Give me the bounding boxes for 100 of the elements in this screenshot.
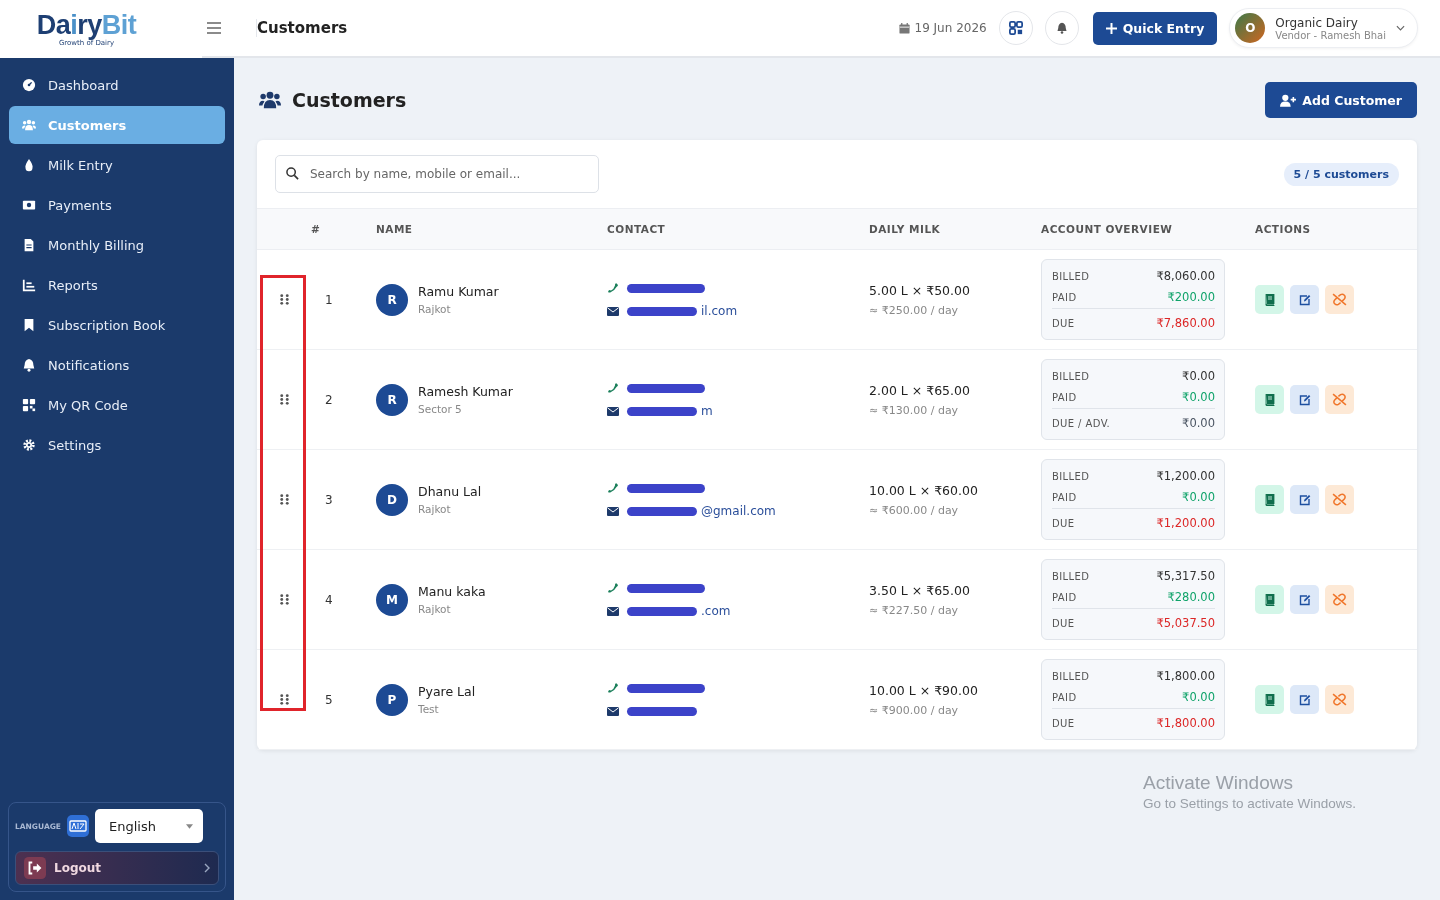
drop-icon [22,158,36,172]
book-icon [1264,693,1275,706]
calendar-icon [898,22,910,34]
row-number: 5 [324,692,334,707]
quick-entry-button[interactable]: Quick Entry [1092,11,1218,45]
customer-area: Rajkot [418,303,499,315]
customer-count-badge: 5 / 5 customers [1283,162,1399,186]
ledger-button[interactable] [1255,485,1284,514]
edit-icon [1298,593,1311,606]
search-field[interactable]: Search by name, mobile or email... [275,155,599,193]
customer-area: Test [418,703,476,715]
phone-icon [607,582,619,594]
mail-icon [607,606,619,616]
customer-avatar: M [376,583,408,616]
row-number: 3 [324,492,334,507]
book-icon [1264,393,1275,406]
row-number: 1 [324,292,334,307]
unlink-button[interactable] [1325,285,1354,314]
sidebar-item[interactable]: Reports [9,266,225,304]
edit-icon [1298,493,1311,506]
customer-avatar: R [376,383,408,416]
users-icon [22,118,36,132]
mail-icon [607,506,619,516]
sidebar-item[interactable]: My QR Code [9,386,225,424]
settings-icon [22,438,36,452]
chevron-down-icon [1396,25,1405,31]
bell-icon [22,358,36,372]
ledger-button[interactable] [1255,585,1284,614]
redaction-mark [627,406,697,416]
customer-avatar: P [376,683,408,716]
customer-area: Sector 5 [418,403,513,415]
email-text: .com [701,604,731,618]
book-icon [1264,293,1275,306]
edit-button[interactable] [1290,685,1319,714]
edit-button[interactable] [1290,285,1319,314]
unlink-icon [1332,293,1347,306]
notifications-button[interactable] [1044,11,1079,45]
sidebar-item[interactable]: Milk Entry [9,146,225,184]
book-icon [1264,593,1275,606]
logout-button[interactable]: Logout [15,851,219,885]
redaction-mark [627,506,697,516]
document-icon [22,238,36,252]
edit-button[interactable] [1290,485,1319,514]
drag-handle-icon[interactable] [279,594,289,605]
drag-handle-icon[interactable] [279,694,289,705]
daily-quantity: 10.00 L × ₹90.00 [869,682,979,698]
customer-name: Manu kaka [418,584,486,599]
drag-handle-icon[interactable] [279,494,289,505]
book-icon [1264,493,1275,506]
edit-icon [1298,293,1311,306]
mail-icon [607,706,619,716]
phone-icon [607,482,619,494]
daily-quantity: 5.00 L × ₹50.00 [869,282,971,298]
page-title: Customers [292,89,407,111]
qr-code-button[interactable] [998,11,1033,45]
column-header: CONTACT [607,223,667,235]
ledger-button[interactable] [1255,285,1284,314]
menu-icon[interactable] [207,22,221,34]
mail-icon [607,406,619,416]
redaction-mark [627,706,697,716]
sidebar-item[interactable]: Subscription Book [9,306,225,344]
redaction-mark [627,606,697,616]
ledger-button[interactable] [1255,385,1284,414]
daily-quantity: 3.50 L × ₹65.00 [869,582,971,598]
bookmark-icon [22,318,36,332]
translate-icon [65,814,90,838]
email-text: m [701,404,713,418]
sidebar-item[interactable]: Payments [9,186,225,224]
edit-button[interactable] [1290,385,1319,414]
drag-handle-icon[interactable] [279,294,289,305]
email-text: @gmail.com [701,504,776,518]
account-overview-box: BILLED ₹1,200.00 PAID ₹0.00 DUE ₹1,200.00 [1041,459,1225,540]
daily-amount: ≈ ₹900.00 / day [869,703,960,717]
unlink-button[interactable] [1325,585,1354,614]
column-header: # [311,223,322,235]
account-overview-box: BILLED ₹5,317.50 PAID ₹280.00 DUE ₹5,037.50 [1041,559,1225,640]
unlink-icon [1332,393,1347,406]
column-header: ACCOUNT OVERVIEW [1041,223,1174,235]
customer-area: Rajkot [418,603,486,615]
ledger-button[interactable] [1255,685,1284,714]
sidebar-item[interactable]: Settings [9,426,225,464]
add-customer-button[interactable]: Add Customer [1265,82,1417,118]
customer-name: Dhanu Lal [418,484,482,499]
account-overview-box: BILLED ₹1,800.00 PAID ₹0.00 DUE ₹1,800.00 [1041,659,1225,740]
drag-handle-icon[interactable] [279,394,289,405]
sidebar-item[interactable]: Dashboard [9,66,225,104]
language-select[interactable]: English [94,809,203,843]
qr-code-icon [1008,21,1023,35]
sidebar-item[interactable]: Monthly Billing [9,226,225,264]
unlink-button[interactable] [1325,685,1354,714]
unlink-button[interactable] [1325,485,1354,514]
unlink-button[interactable] [1325,385,1354,414]
account-menu[interactable]: O Organic Dairy Vendor - Ramesh Bhai [1229,8,1418,48]
sidebar-item[interactable]: Notifications [9,346,225,384]
users-icon [257,89,283,111]
customer-avatar: R [376,283,408,316]
email-text: il.com [701,304,738,318]
edit-button[interactable] [1290,585,1319,614]
unlink-icon [1332,493,1347,506]
daily-amount: ≈ ₹250.00 / day [869,303,960,317]
